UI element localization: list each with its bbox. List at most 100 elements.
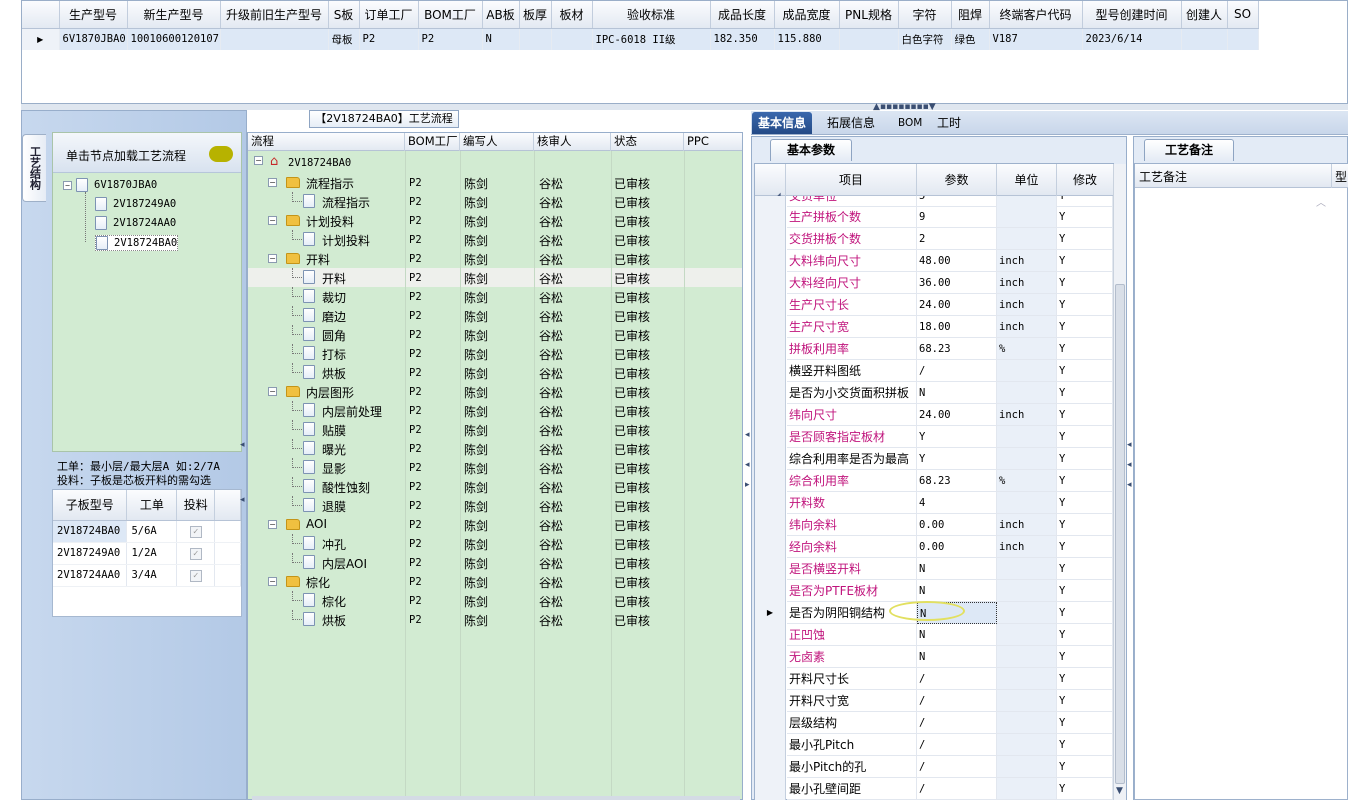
param-value-cell[interactable]: / bbox=[917, 360, 997, 382]
process-row[interactable]: − 开料 P2 陈剑 谷松 已审核 bbox=[248, 249, 742, 268]
param-unit-cell[interactable] bbox=[997, 206, 1057, 228]
scrollbar-thumb[interactable] bbox=[1115, 284, 1125, 784]
col-header[interactable]: 生产型号 bbox=[59, 1, 128, 29]
param-row[interactable]: 是否横竖开料 N Y bbox=[755, 558, 1113, 580]
col-header[interactable]: 新生产型号 bbox=[127, 1, 221, 29]
vertical-splitter-grip-icon[interactable]: ◂ ◂ bbox=[240, 440, 246, 510]
collapse-icon[interactable]: − bbox=[268, 387, 277, 396]
row-indicator[interactable] bbox=[755, 426, 786, 448]
param-value-cell[interactable]: N bbox=[917, 382, 997, 404]
process-row[interactable]: 酸性蚀刻 P2 陈剑 谷松 已审核 bbox=[248, 477, 742, 496]
param-item-cell[interactable]: 生产拼板个数 bbox=[787, 206, 917, 228]
param-modify-cell[interactable]: Y bbox=[1057, 316, 1113, 338]
param-row[interactable]: 开料数 4 Y bbox=[755, 492, 1113, 514]
param-modify-cell[interactable]: Y bbox=[1057, 536, 1113, 558]
grid-cell[interactable] bbox=[1181, 28, 1228, 50]
col-item[interactable]: 项目 bbox=[786, 164, 917, 196]
param-modify-cell[interactable]: Y bbox=[1057, 668, 1113, 690]
feed-checkbox[interactable]: ✓ bbox=[189, 525, 202, 538]
sub-model-cell[interactable]: 2V18724BA0 bbox=[53, 520, 128, 543]
row-indicator[interactable] bbox=[755, 316, 786, 338]
collapse-icon[interactable]: − bbox=[268, 577, 277, 586]
param-item-cell[interactable]: 是否横竖开料 bbox=[787, 558, 917, 580]
param-unit-cell[interactable] bbox=[997, 734, 1057, 756]
process-row[interactable]: − 内层图形 P2 陈剑 谷松 已审核 bbox=[248, 382, 742, 401]
param-unit-cell[interactable]: inch bbox=[997, 316, 1057, 338]
sub-order-cell[interactable]: 5/6A bbox=[126, 520, 178, 543]
param-row[interactable]: 无卤素 N Y bbox=[755, 646, 1113, 668]
param-value-cell[interactable]: 36.00 bbox=[917, 272, 997, 294]
process-row[interactable]: 磨边 P2 陈剑 谷松 已审核 bbox=[248, 306, 742, 325]
row-indicator[interactable] bbox=[755, 250, 786, 272]
param-modify-cell[interactable]: Y bbox=[1057, 492, 1113, 514]
grid-cell[interactable]: N bbox=[482, 28, 520, 50]
param-row[interactable]: 拼板利用率 68.23% Y bbox=[755, 338, 1113, 360]
param-value-cell[interactable]: 68.23 bbox=[917, 470, 997, 492]
col-header[interactable]: 订单工厂 bbox=[359, 1, 419, 29]
col-model[interactable]: 型 bbox=[1335, 168, 1347, 185]
feed-checkbox[interactable]: ✓ bbox=[189, 547, 202, 560]
row-indicator[interactable] bbox=[755, 470, 786, 492]
param-modify-cell[interactable]: Y bbox=[1057, 624, 1113, 646]
param-row[interactable]: 生产拼板个数 9 Y bbox=[755, 206, 1113, 228]
panel-splitter-grip-icon[interactable]: ◂ ◂ ▸ bbox=[745, 430, 750, 490]
grid-cell[interactable]: 10010600120107 bbox=[127, 28, 221, 50]
param-row[interactable]: 是否顾客指定板材 Y Y bbox=[755, 426, 1113, 448]
param-item-cell[interactable]: 是否为小交货面积拼板 bbox=[787, 382, 917, 404]
col-header[interactable]: 终端客户代码 bbox=[989, 1, 1083, 29]
tree-node[interactable]: 2V18724BA0 bbox=[95, 235, 179, 251]
param-value-cell[interactable]: / bbox=[917, 712, 997, 734]
param-item-cell[interactable]: 开料数 bbox=[787, 492, 917, 514]
tab-bom[interactable]: BOM bbox=[892, 112, 928, 134]
sub-order-cell[interactable]: 3/4A bbox=[126, 564, 178, 587]
param-unit-cell[interactable] bbox=[997, 624, 1057, 646]
row-indicator[interactable] bbox=[755, 514, 786, 536]
process-row[interactable]: − 流程指示 P2 陈剑 谷松 已审核 bbox=[248, 173, 742, 192]
param-unit-cell[interactable]: inch bbox=[997, 294, 1057, 316]
param-value-cell[interactable]: 0.00 bbox=[917, 536, 997, 558]
collapse-icon[interactable]: − bbox=[63, 180, 72, 190]
param-value-cell[interactable]: Y bbox=[917, 448, 997, 470]
param-value-cell[interactable]: 0.00 bbox=[917, 514, 997, 536]
tab-basic-params[interactable]: 基本参数 bbox=[770, 139, 852, 161]
process-row[interactable]: 开料 P2 陈剑 谷松 已审核 bbox=[248, 268, 742, 287]
collapse-icon[interactable]: − bbox=[268, 216, 277, 225]
tab-process-notes[interactable]: 工艺备注 bbox=[1144, 139, 1234, 161]
row-pointer-icon[interactable]: ▶ bbox=[755, 602, 786, 624]
tree-node[interactable]: − 6V1870JBA0 bbox=[63, 178, 157, 192]
row-indicator[interactable] bbox=[755, 228, 786, 250]
load-hint-bar[interactable]: 单击节点加载工艺流程 bbox=[53, 133, 241, 173]
param-modify-cell[interactable]: Y bbox=[1057, 558, 1113, 580]
param-item-cell[interactable]: 综合利用率是否为最高 bbox=[787, 448, 917, 470]
param-row[interactable]: 纬向余料 0.00 inch Y bbox=[755, 514, 1113, 536]
collapse-icon[interactable]: − bbox=[254, 156, 263, 165]
param-unit-cell[interactable]: % bbox=[997, 338, 1057, 360]
param-unit-cell[interactable] bbox=[997, 602, 1057, 624]
collapse-icon[interactable]: − bbox=[268, 178, 277, 187]
tab-hours[interactable]: 工时 bbox=[931, 112, 967, 134]
col-param[interactable]: 参数 bbox=[917, 164, 997, 196]
row-indicator[interactable] bbox=[755, 778, 786, 800]
param-row[interactable]: 层级结构 / Y bbox=[755, 712, 1113, 734]
process-row[interactable]: 退膜 P2 陈剑 谷松 已审核 bbox=[248, 496, 742, 515]
process-row[interactable]: 流程指示 P2 陈剑 谷松 已审核 bbox=[248, 192, 742, 211]
param-modify-cell[interactable]: Y bbox=[1057, 294, 1113, 316]
col-header[interactable]: 成品长度 bbox=[710, 1, 775, 29]
param-modify-cell[interactable]: Y bbox=[1057, 206, 1113, 228]
sub-feed-cell[interactable]: ✓ bbox=[176, 564, 216, 587]
param-row[interactable]: 开料尺寸长 / Y bbox=[755, 668, 1113, 690]
grid-cell[interactable] bbox=[551, 28, 593, 50]
param-modify-cell[interactable]: Y bbox=[1057, 404, 1113, 426]
col-header[interactable]: S板 bbox=[328, 1, 360, 29]
param-value-cell[interactable]: N bbox=[917, 580, 997, 602]
scroll-down-icon[interactable]: ▼ bbox=[1116, 786, 1123, 796]
param-unit-cell[interactable] bbox=[997, 690, 1057, 712]
param-item-cell[interactable]: 大料纬向尺寸 bbox=[787, 250, 917, 272]
row-indicator[interactable] bbox=[755, 536, 786, 558]
param-modify-cell[interactable]: Y bbox=[1057, 690, 1113, 712]
col-header[interactable]: 板材 bbox=[551, 1, 593, 29]
row-indicator[interactable] bbox=[755, 734, 786, 756]
process-row[interactable]: − 计划投料 P2 陈剑 谷松 已审核 bbox=[248, 211, 742, 230]
row-indicator[interactable] bbox=[755, 624, 786, 646]
params-vertical-scrollbar[interactable]: ▼ bbox=[1113, 164, 1126, 800]
